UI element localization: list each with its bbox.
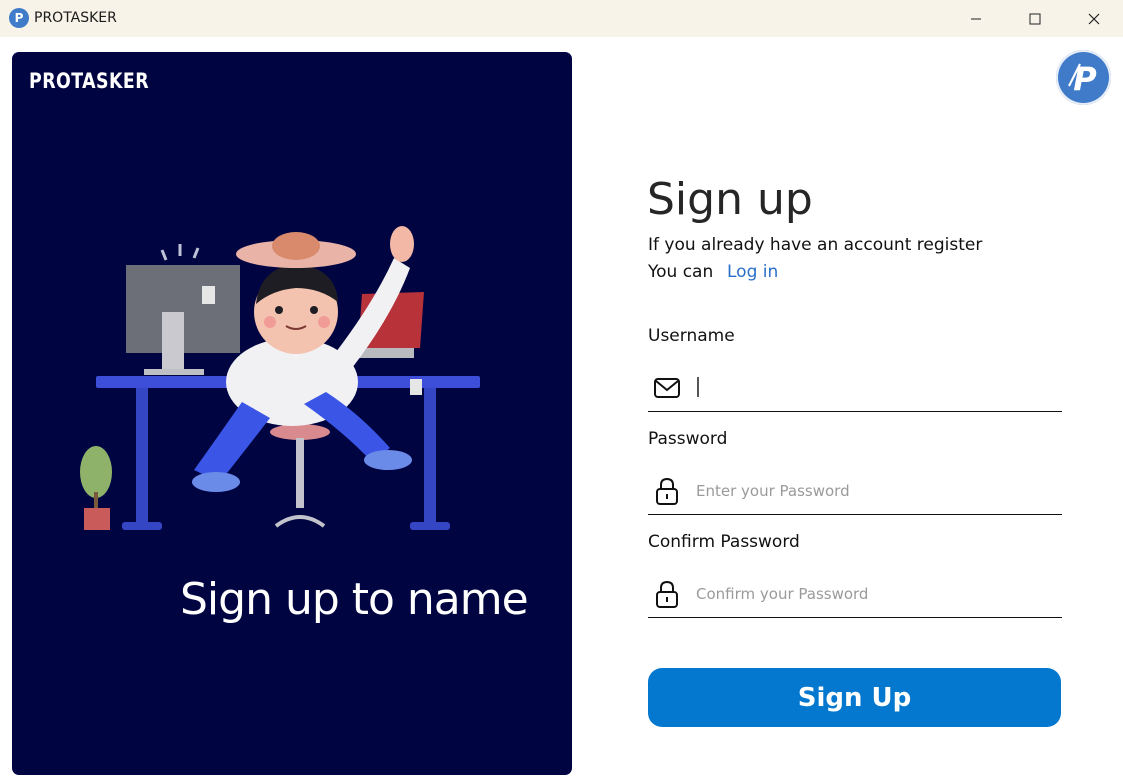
lock-icon	[656, 477, 678, 505]
close-button[interactable]	[1071, 0, 1117, 37]
maximize-button[interactable]	[1012, 0, 1058, 37]
confirm-password-label: Confirm Password	[648, 532, 800, 552]
brand-badge-icon: P	[1056, 50, 1111, 105]
username-label: Username	[648, 326, 735, 346]
password-input[interactable]	[696, 475, 1056, 507]
page-title: Sign up	[647, 174, 813, 225]
maximize-icon	[1029, 13, 1041, 24]
password-field-row	[648, 467, 1062, 515]
confirm-password-field-row	[648, 570, 1062, 618]
username-field-row	[648, 364, 1062, 412]
login-link[interactable]: Log in	[727, 262, 778, 282]
hero-tagline: Sign up to name	[180, 574, 529, 625]
subtitle-line-1: If you already have an account register	[648, 235, 983, 255]
password-label: Password	[648, 429, 728, 449]
minimize-button[interactable]	[953, 0, 999, 37]
subtitle-line-2: You can	[648, 262, 714, 282]
hero-panel: PROTASKER Sign up to name	[12, 52, 572, 775]
app-logo-icon: P	[9, 8, 29, 28]
window-title: PROTASKER	[34, 10, 117, 26]
brand-logo-text: PROTASKER	[29, 69, 150, 93]
close-icon	[1088, 13, 1100, 24]
username-input[interactable]	[696, 372, 1056, 404]
sign-up-button[interactable]: Sign Up	[648, 668, 1061, 727]
lock-icon	[656, 580, 678, 608]
desk-illustration	[80, 226, 480, 530]
confirm-password-input[interactable]	[696, 578, 1056, 610]
p-logo-icon: P	[1068, 60, 1097, 98]
minimize-icon	[971, 18, 981, 19]
text-caret	[697, 377, 699, 397]
svg-text:P: P	[1073, 60, 1097, 98]
mail-icon	[654, 378, 680, 398]
title-bar: P PROTASKER	[0, 0, 1123, 37]
